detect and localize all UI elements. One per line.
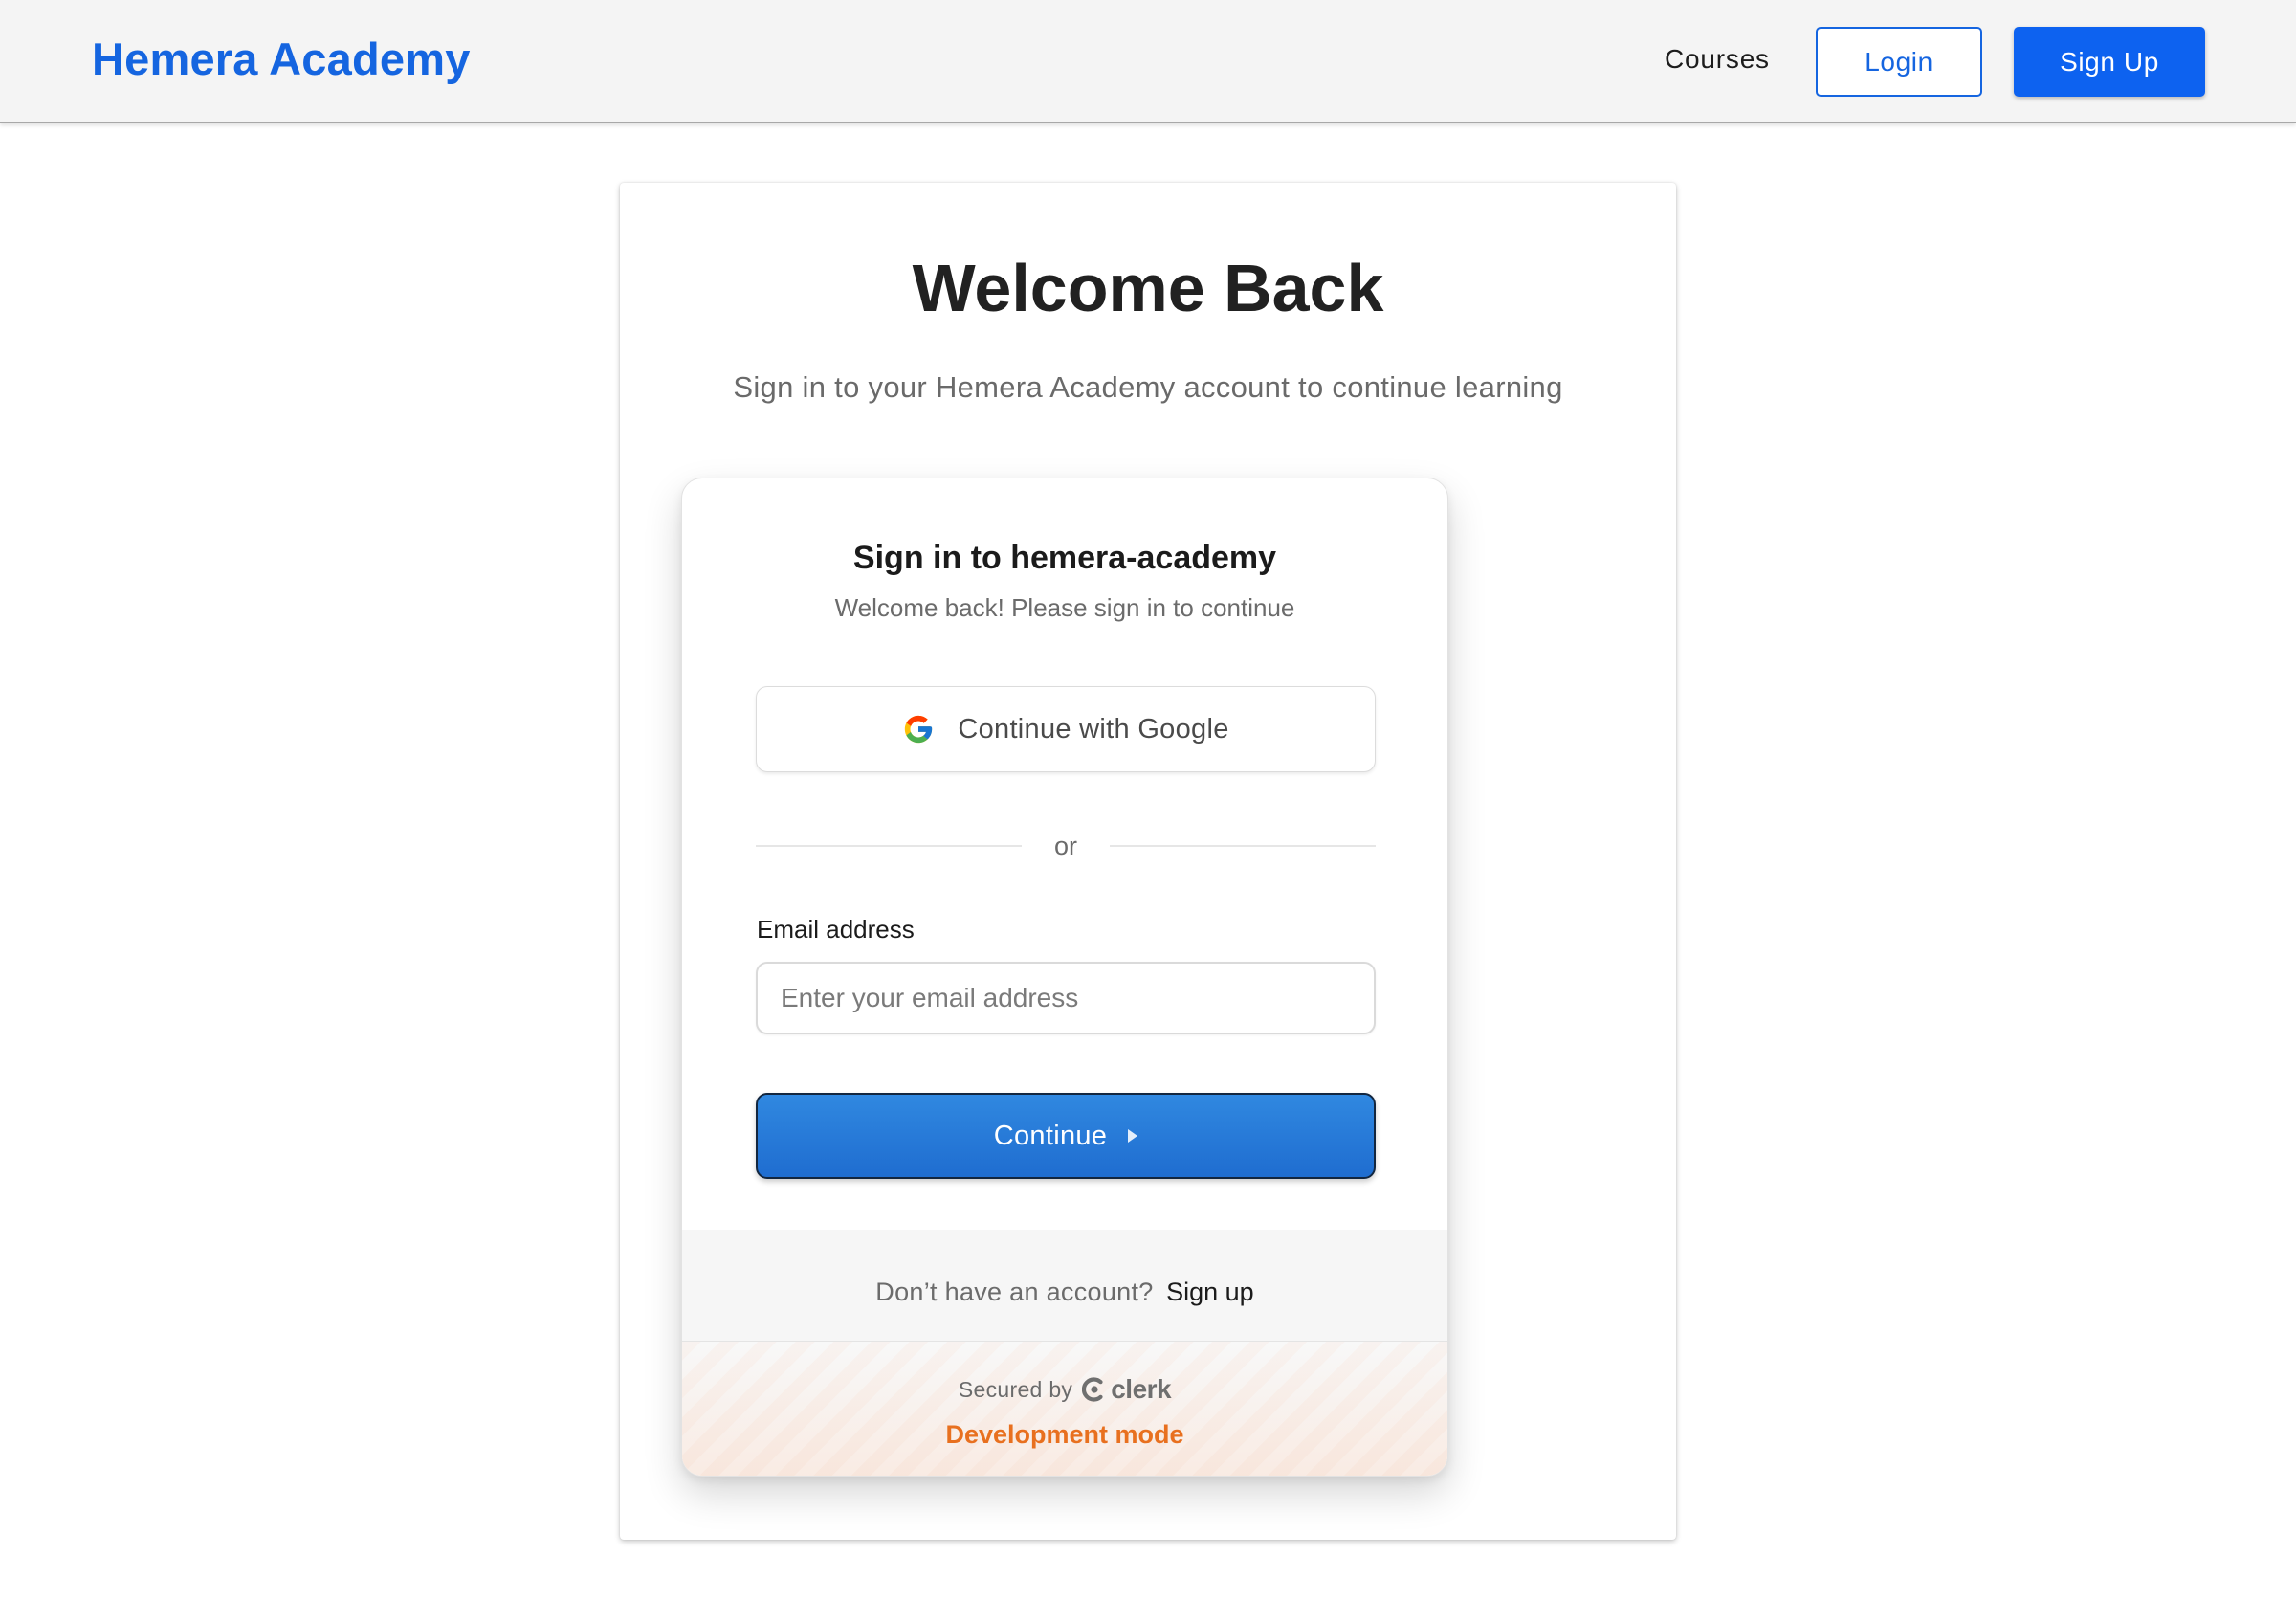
divider-line-right bbox=[1110, 845, 1376, 847]
divider-text: or bbox=[1053, 831, 1077, 860]
google-logo-icon bbox=[905, 715, 933, 744]
brand-logo-text[interactable]: Hemera Academy bbox=[92, 33, 471, 85]
clerk-logo-icon bbox=[1082, 1377, 1103, 1402]
login-button[interactable]: Login bbox=[1816, 27, 1982, 97]
signup-button[interactable]: Sign Up bbox=[2014, 27, 2205, 97]
divider-line-left bbox=[756, 845, 1022, 847]
development-mode-label: Development mode bbox=[945, 1420, 1184, 1449]
signin-footer: Don’t have an account? Sign up Secured b… bbox=[682, 1230, 1447, 1476]
email-input[interactable] bbox=[756, 962, 1376, 1034]
top-nav-bar: Hemera Academy Courses Login Sign Up bbox=[0, 0, 2296, 123]
continue-button-label: Continue bbox=[993, 1120, 1108, 1151]
page-title: Welcome Back bbox=[912, 251, 1384, 325]
continue-button[interactable]: Continue bbox=[756, 1093, 1376, 1179]
nav-link-courses[interactable]: Courses bbox=[1665, 44, 1770, 75]
signin-title: Sign in to hemera-academy bbox=[852, 540, 1277, 576]
clerk-logo[interactable]: clerk bbox=[1082, 1374, 1172, 1405]
welcome-card: Welcome Back Sign in to your Hemera Acad… bbox=[620, 183, 1676, 1540]
signin-widget: Sign in to hemera-academy Welcome back! … bbox=[681, 478, 1448, 1477]
signup-prompt-text: Don’t have an account? bbox=[875, 1278, 1154, 1306]
email-label: Email address bbox=[757, 915, 915, 944]
clerk-wordmark: clerk bbox=[1111, 1374, 1172, 1404]
page-subtitle: Sign in to your Hemera Academy account t… bbox=[733, 370, 1563, 404]
signup-prompt-row: Don’t have an account? Sign up bbox=[682, 1278, 1447, 1307]
development-mode-banner: Secured by clerk Development mode bbox=[682, 1341, 1447, 1476]
caret-right-icon bbox=[1128, 1129, 1138, 1143]
google-button-label: Continue with Google bbox=[958, 713, 1229, 744]
continue-with-google-button[interactable]: Continue with Google bbox=[756, 686, 1376, 772]
or-divider: or bbox=[756, 827, 1376, 865]
secured-by-row: Secured by clerk bbox=[682, 1374, 1447, 1405]
signin-subtitle: Welcome back! Please sign in to continue bbox=[834, 593, 1295, 622]
signup-link[interactable]: Sign up bbox=[1166, 1278, 1254, 1306]
secured-by-text: Secured by bbox=[958, 1376, 1073, 1402]
